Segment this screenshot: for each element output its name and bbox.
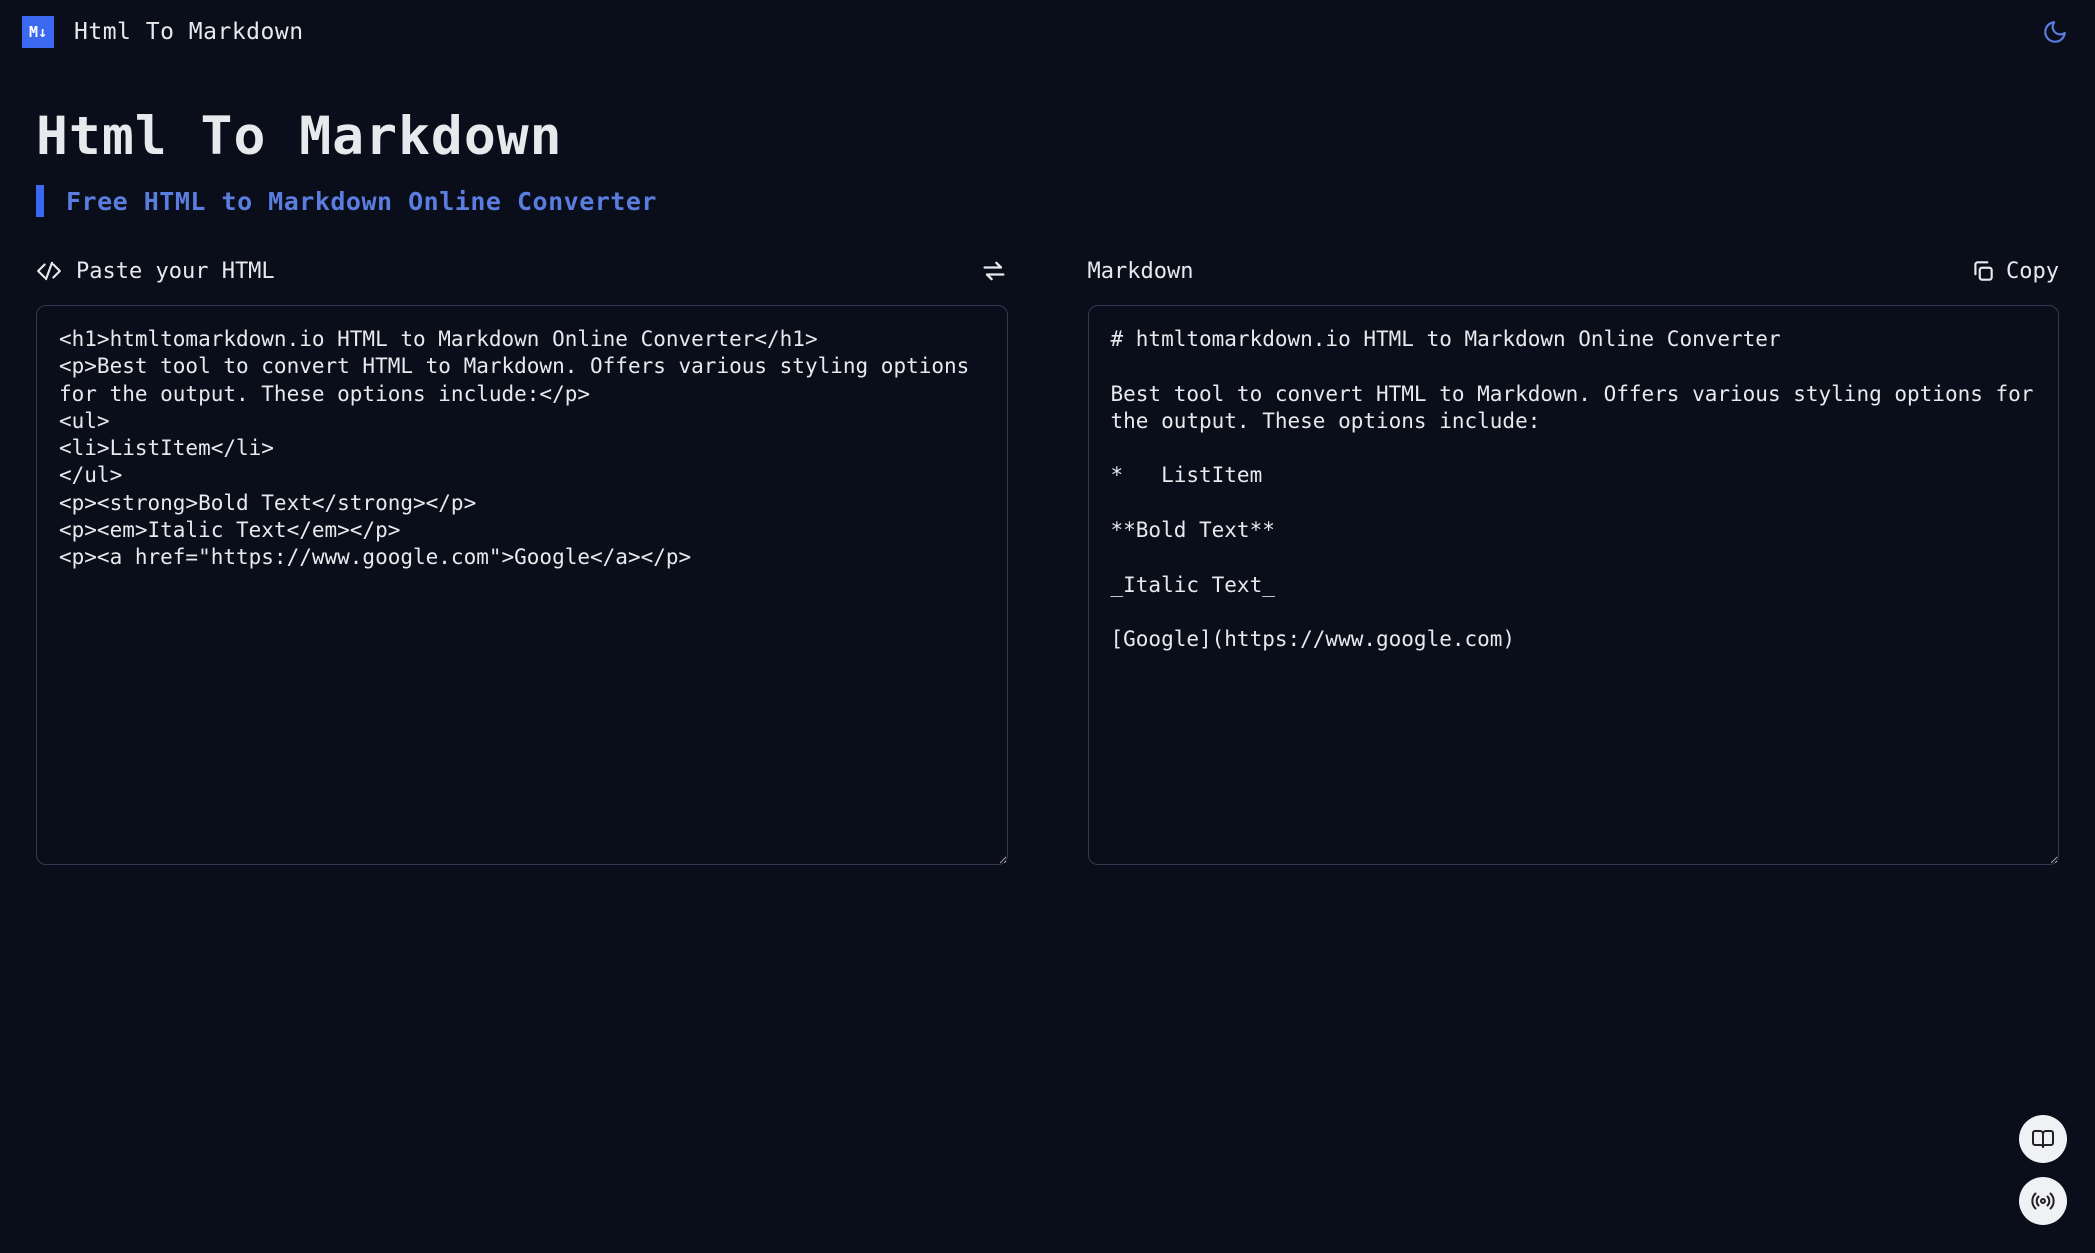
subtitle-row: Free HTML to Markdown Online Converter: [36, 185, 2059, 217]
subtitle-accent-bar: [36, 185, 44, 217]
code-icon: [36, 258, 62, 284]
markdown-panel-label-group: Markdown: [1088, 259, 1194, 284]
main-container: Html To Markdown Free HTML to Markdown O…: [0, 64, 2095, 865]
html-panel-header: Paste your HTML: [36, 249, 1008, 293]
broadcast-icon: [2031, 1189, 2055, 1213]
brand-logo: M↓: [22, 16, 54, 48]
topbar: M↓ Html To Markdown: [0, 0, 2095, 64]
page-subtitle: Free HTML to Markdown Online Converter: [66, 187, 657, 216]
copy-button-label: Copy: [2006, 259, 2059, 284]
brand-title: Html To Markdown: [74, 19, 304, 45]
theme-toggle-button[interactable]: [2037, 14, 2073, 50]
copy-icon: [1970, 258, 1996, 284]
book-open-icon: [2031, 1127, 2055, 1151]
copy-button[interactable]: Copy: [1970, 258, 2059, 284]
html-input-panel: Paste your HTML: [36, 249, 1008, 865]
markdown-panel-header: Markdown Copy: [1088, 249, 2060, 293]
swap-arrows-icon: [980, 257, 1008, 285]
swap-button[interactable]: [980, 257, 1008, 285]
markdown-panel-label: Markdown: [1088, 259, 1194, 284]
floating-action-buttons: [2019, 1115, 2067, 1225]
html-panel-label: Paste your HTML: [76, 259, 275, 284]
moon-icon: [2042, 19, 2068, 45]
markdown-output[interactable]: # htmltomarkdown.io HTML to Markdown Onl…: [1088, 305, 2060, 865]
markdown-output-panel: Markdown Copy # htmltomarkdown.io HTML t…: [1088, 249, 2060, 865]
html-input-textarea[interactable]: [36, 305, 1008, 865]
html-panel-label-group: Paste your HTML: [36, 258, 275, 284]
page-title: Html To Markdown: [36, 106, 2059, 167]
panels: Paste your HTML Markdown: [36, 249, 2059, 865]
brand[interactable]: M↓ Html To Markdown: [22, 16, 304, 48]
docs-fab[interactable]: [2019, 1115, 2067, 1163]
feed-fab[interactable]: [2019, 1177, 2067, 1225]
